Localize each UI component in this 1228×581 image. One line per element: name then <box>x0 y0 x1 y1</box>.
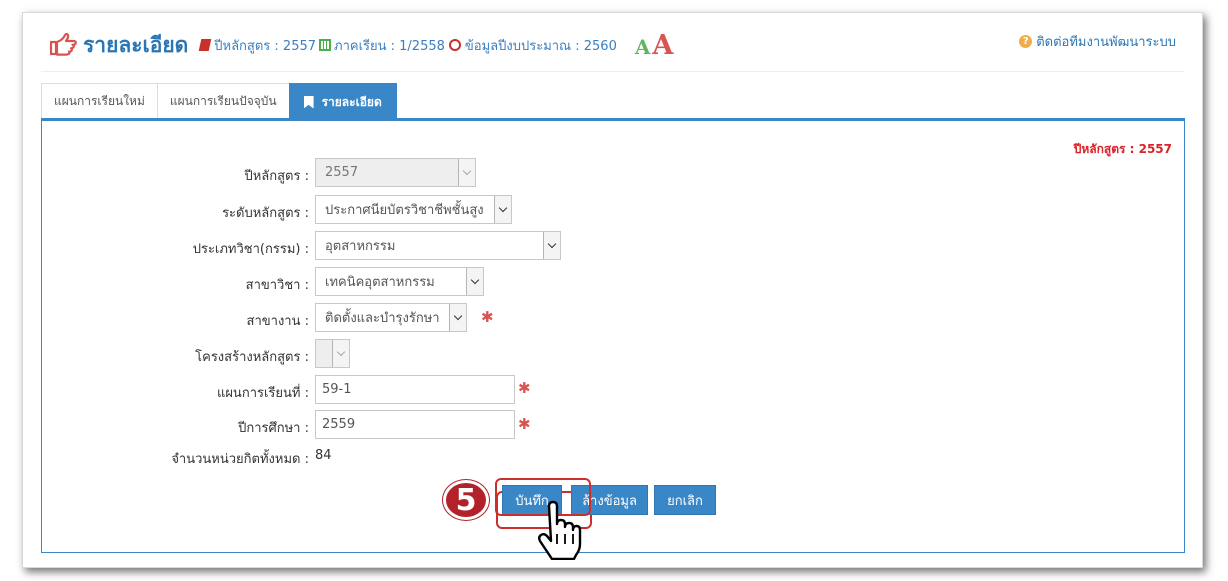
tab-details-label: รายละเอียด <box>321 94 382 109</box>
chevron-down-icon <box>458 159 475 186</box>
clock-icon <box>448 39 461 51</box>
font-decrease-button[interactable]: A <box>635 35 651 59</box>
major-label: สาขาวิชา : <box>245 278 309 293</box>
curriculum-year-label: ปีหลักสูตร : <box>244 169 309 184</box>
tab-current-plan-label: แผนการเรียนปัจจุบัน <box>169 94 277 108</box>
tab-bar: แผนการเรียนใหม่ แผนการเรียนปัจจุบัน รายล… <box>41 83 397 120</box>
chevron-down-icon <box>494 196 511 223</box>
chevron-down-icon <box>332 340 349 367</box>
tab-new-plan-label: แผนการเรียนใหม่ <box>54 94 145 108</box>
curriculum-year-value: 2557 <box>325 165 359 180</box>
curriculum-year-select[interactable]: 2557 <box>315 158 476 187</box>
required-asterisk-icon: ✱ <box>481 308 494 326</box>
curriculum-year-info: ปีหลักสูตร : 2557 <box>214 38 317 54</box>
required-asterisk-icon: ✱ <box>518 415 531 433</box>
app-window: รายละเอียด ปีหลักสูตร : 2557 ภาคเรียน : … <box>22 12 1203 568</box>
subject-type-value: อุตสาหกรรม <box>325 239 396 254</box>
step-number-badge: 5 <box>443 480 489 520</box>
contact-dev-team-link[interactable]: ? ติดต่อทีมงานพัฒนาระบบ <box>1019 31 1176 52</box>
curriculum-level-select[interactable]: ประกาศนียบัตรวิชาชีพชั้นสูง <box>315 195 512 224</box>
curriculum-year-badge: ปีหลักสูตร : 2557 <box>1073 142 1172 156</box>
subject-type-select[interactable]: อุตสาหกรรม <box>315 231 561 260</box>
subject-type-label: ประเภทวิชา(กรรม) : <box>192 242 309 257</box>
required-asterisk-icon: ✱ <box>518 379 531 397</box>
cancel-button[interactable]: ยกเลิก <box>654 485 716 515</box>
tab-details[interactable]: รายละเอียด <box>288 83 397 120</box>
total-credits-value: 84 <box>315 448 332 463</box>
curriculum-level-label: ระดับหลักสูตร : <box>222 206 309 221</box>
major-select[interactable]: เทคนิคอุตสาหกรรม <box>315 267 484 296</box>
book-icon <box>198 39 212 51</box>
font-increase-button[interactable]: A <box>652 30 673 61</box>
semester-info: ภาคเรียน : 1/2558 <box>334 38 445 54</box>
major-value: เทคนิคอุตสาหกรรม <box>325 275 435 290</box>
academic-year-input[interactable]: 2559 <box>315 410 515 439</box>
structure-label: โครงสร้างหลักสูตร : <box>195 350 309 365</box>
chevron-down-icon <box>543 232 560 259</box>
hand-cursor-icon <box>538 500 582 560</box>
structure-select[interactable] <box>315 339 350 368</box>
chevron-down-icon <box>466 268 483 295</box>
tab-new-plan[interactable]: แผนการเรียนใหม่ <box>41 83 158 119</box>
tab-current-plan[interactable]: แผนการเรียนปัจจุบัน <box>156 83 290 119</box>
chevron-down-icon <box>449 304 466 331</box>
header-divider <box>41 71 1184 72</box>
branch-select[interactable]: ติดตั้งและบำรุงรักษา <box>315 303 467 332</box>
branch-label: สาขางาน : <box>246 314 309 329</box>
study-plan-label: แผนการเรียนที่ : <box>216 386 309 401</box>
bookmark-icon <box>303 95 314 109</box>
pointing-hand-icon <box>49 32 77 56</box>
contact-dev-team-label: ติดต่อทีมงานพัฒนาระบบ <box>1036 35 1176 50</box>
total-credits-label: จำนวนหน่วยกิตทั้งหมด : <box>171 452 309 467</box>
page-header: รายละเอียด ปีหลักสูตร : 2557 ภาคเรียน : … <box>49 27 673 63</box>
question-icon: ? <box>1019 35 1033 48</box>
font-size-controls: AA <box>635 30 673 61</box>
page-title: รายละเอียด <box>83 32 189 57</box>
study-plan-input[interactable]: 59-1 <box>315 375 515 404</box>
budget-year-info: ข้อมูลปีงบประมาณ : 2560 <box>464 38 617 54</box>
calendar-icon <box>319 39 332 51</box>
academic-year-label: ปีการศึกษา : <box>238 421 309 436</box>
curriculum-level-value: ประกาศนียบัตรวิชาชีพชั้นสูง <box>325 203 484 218</box>
branch-value: ติดตั้งและบำรุงรักษา <box>325 311 440 326</box>
